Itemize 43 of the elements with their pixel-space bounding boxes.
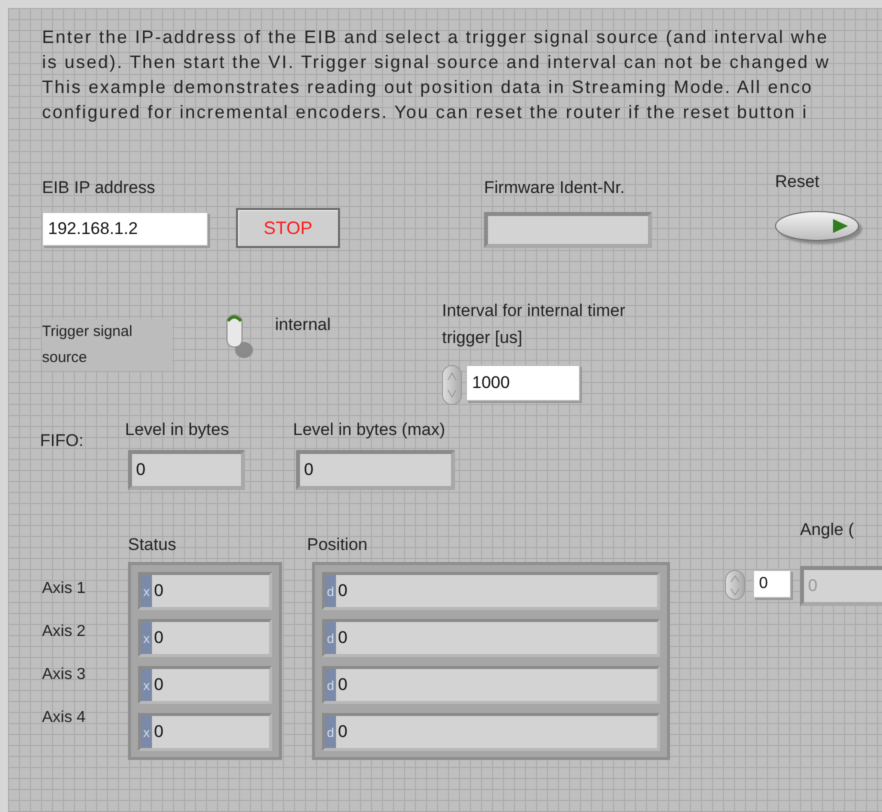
description-text: configured for incremental encoders. You can reset the router if the reset button i <box>42 101 809 124</box>
radix-label: x <box>141 575 152 607</box>
axis-label: Axis 2 <box>42 623 86 641</box>
status-label: Status <box>128 535 176 555</box>
radix-label: d <box>325 716 336 748</box>
radix-label: d <box>325 622 336 654</box>
position-label: Position <box>307 535 368 555</box>
radix-label: d <box>325 575 336 607</box>
trigger-value-label: internal <box>275 315 331 335</box>
status-value: 0 <box>153 581 164 601</box>
fifo-label: FIFO: <box>40 431 84 451</box>
reset-label: Reset <box>775 172 820 192</box>
position-value: 0 <box>337 628 348 648</box>
play-icon <box>830 218 850 234</box>
axis-label: Axis 4 <box>42 709 86 727</box>
radix-label: x <box>141 622 152 654</box>
position-value: 0 <box>337 581 348 601</box>
fifo-level-indicator: 0 <box>296 450 455 490</box>
interval-label: Interval for internal timer trigger [us] <box>442 300 626 349</box>
reset-button[interactable] <box>775 211 859 241</box>
description-text: is used). Then start the VI. Trigger signal source and interval can not be changed w <box>42 51 832 74</box>
radix-label: x <box>141 669 152 701</box>
interval-field[interactable]: 1000 <box>466 365 580 401</box>
axis-label: Axis 3 <box>42 666 86 684</box>
ip-address-field[interactable]: 192.168.1.2 <box>42 212 208 246</box>
description-text: This example demonstrates reading out position data in Streaming Mode. All enco <box>42 76 814 99</box>
description-text: Enter the IP-address of the EIB and select a trigger signal source (and interval whe <box>42 26 830 49</box>
position-value: 0 <box>337 722 348 742</box>
fifo-level-label: Level in bytes (max) <box>293 420 446 440</box>
angle-label: Angle ( <box>800 520 854 540</box>
radix-label: x <box>141 716 152 748</box>
axis-label: Axis 1 <box>42 580 86 598</box>
trigger-label: Trigger signal source <box>42 319 172 371</box>
ip-address-label: EIB IP address <box>42 178 156 198</box>
fifo-level-indicator: 0 <box>128 450 245 490</box>
angle-indicator: 0 <box>800 566 882 606</box>
radix-label: d <box>325 669 336 701</box>
status-value: 0 <box>153 722 164 742</box>
position-value: 0 <box>337 675 348 695</box>
status-value: 0 <box>153 628 164 648</box>
fifo-level-label: Level in bytes <box>125 420 229 440</box>
status-value: 0 <box>153 675 164 695</box>
firmware-label: Firmware Ident-Nr. <box>484 178 625 198</box>
